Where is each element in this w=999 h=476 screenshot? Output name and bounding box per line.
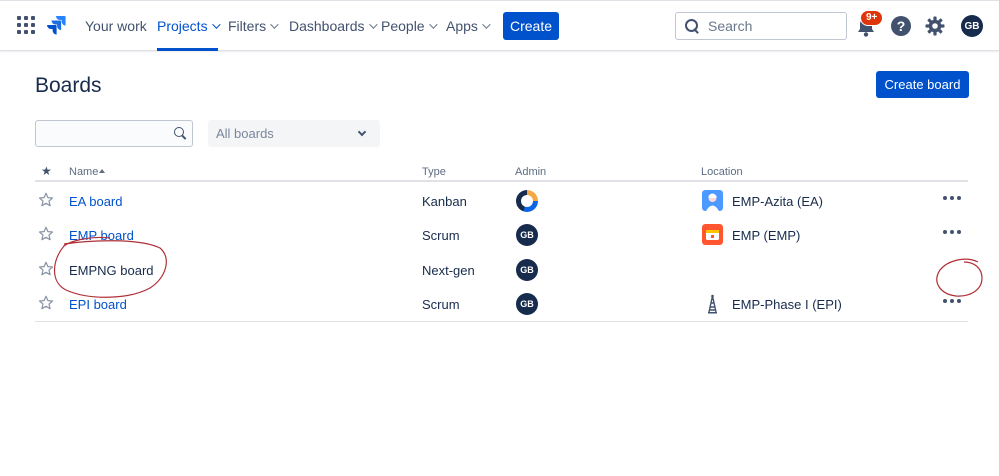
page-title: Boards bbox=[35, 74, 102, 97]
sort-ascending-icon bbox=[99, 168, 106, 173]
board-name-link[interactable]: EA board bbox=[69, 194, 123, 209]
column-header-type[interactable]: Type bbox=[422, 166, 446, 178]
orange-project-icon bbox=[702, 224, 723, 245]
board-type: Next-gen bbox=[422, 263, 475, 278]
table-row: EPI board Scrum GB EMP-Phase I (EPI) bbox=[35, 287, 968, 321]
search-box[interactable] bbox=[675, 12, 847, 40]
starred-column-icon[interactable]: ★ bbox=[41, 164, 52, 178]
tower-icon bbox=[708, 294, 717, 314]
nav-your-work[interactable]: Your work bbox=[85, 0, 147, 51]
jira-logo-icon[interactable] bbox=[45, 14, 67, 36]
table-bottom-border bbox=[35, 321, 968, 322]
board-type: Kanban bbox=[422, 194, 467, 209]
notification-badge: 9+ bbox=[860, 10, 884, 26]
board-name-link[interactable]: EMP board bbox=[69, 228, 134, 243]
more-actions-icon[interactable] bbox=[943, 191, 963, 205]
more-actions-icon[interactable] bbox=[943, 294, 963, 308]
chevron-down-icon bbox=[482, 19, 491, 29]
nav-apps[interactable]: Apps bbox=[446, 0, 491, 51]
top-navigation: Your work Projects Filters Dashboards Pe… bbox=[0, 0, 999, 51]
table-row: EMPNG board Next-gen GB bbox=[35, 253, 968, 287]
table-row: EA board Kanban EMP-Azita (EA) bbox=[35, 184, 968, 218]
nav-people[interactable]: People bbox=[381, 0, 438, 51]
column-header-name[interactable]: Name bbox=[69, 166, 106, 178]
user-avatar[interactable]: GB bbox=[961, 15, 983, 37]
chevron-down-icon bbox=[211, 19, 221, 29]
board-location-link[interactable]: EMP (EMP) bbox=[732, 228, 800, 243]
board-type: Scrum bbox=[422, 228, 460, 243]
board-type: Scrum bbox=[422, 297, 460, 312]
chevron-down-icon bbox=[270, 19, 279, 29]
top-border bbox=[0, 0, 999, 1]
nav-dashboards[interactable]: Dashboards bbox=[289, 0, 378, 51]
create-board-button[interactable]: Create board bbox=[876, 71, 969, 98]
admin-avatar[interactable] bbox=[516, 190, 538, 212]
star-outline-icon[interactable] bbox=[38, 295, 54, 311]
admin-avatar[interactable]: GB bbox=[516, 293, 538, 315]
admin-avatar[interactable]: GB bbox=[516, 224, 538, 246]
star-outline-icon[interactable] bbox=[38, 192, 54, 208]
board-name-link[interactable]: EPI board bbox=[69, 297, 127, 312]
search-icon bbox=[174, 127, 188, 141]
chevron-down-icon bbox=[368, 19, 378, 29]
search-input[interactable] bbox=[708, 18, 838, 34]
nav-projects[interactable]: Projects bbox=[157, 0, 221, 51]
column-header-admin[interactable]: Admin bbox=[515, 166, 546, 178]
board-location-link[interactable]: EMP-Azita (EA) bbox=[732, 194, 823, 209]
board-filter-field[interactable] bbox=[35, 120, 193, 147]
star-outline-icon[interactable] bbox=[38, 261, 54, 277]
chevron-down-icon bbox=[428, 19, 438, 29]
more-actions-icon[interactable] bbox=[943, 225, 963, 239]
admin-avatar[interactable]: GB bbox=[516, 259, 538, 281]
table-row: EMP board Scrum GB EMP (EMP) bbox=[35, 218, 968, 252]
board-location-link[interactable]: EMP-Phase I (EPI) bbox=[732, 297, 842, 312]
nav-filters[interactable]: Filters bbox=[228, 0, 279, 51]
help-icon[interactable]: ? bbox=[891, 16, 911, 36]
chevron-down-icon bbox=[357, 127, 367, 137]
app-switcher-icon[interactable] bbox=[17, 16, 35, 34]
board-name-link[interactable]: EMPNG board bbox=[69, 263, 154, 278]
star-outline-icon[interactable] bbox=[38, 226, 54, 242]
board-filter-input[interactable] bbox=[36, 121, 166, 146]
gear-icon[interactable] bbox=[925, 16, 945, 36]
table-header: ★ Name Type Admin Location bbox=[35, 160, 968, 182]
board-type-select[interactable]: All boards bbox=[208, 120, 380, 147]
search-icon bbox=[685, 19, 699, 33]
column-header-location[interactable]: Location bbox=[701, 166, 743, 178]
board-type-select-value: All boards bbox=[216, 126, 274, 141]
create-button[interactable]: Create bbox=[503, 12, 559, 40]
avatar-blue-icon bbox=[702, 190, 723, 211]
